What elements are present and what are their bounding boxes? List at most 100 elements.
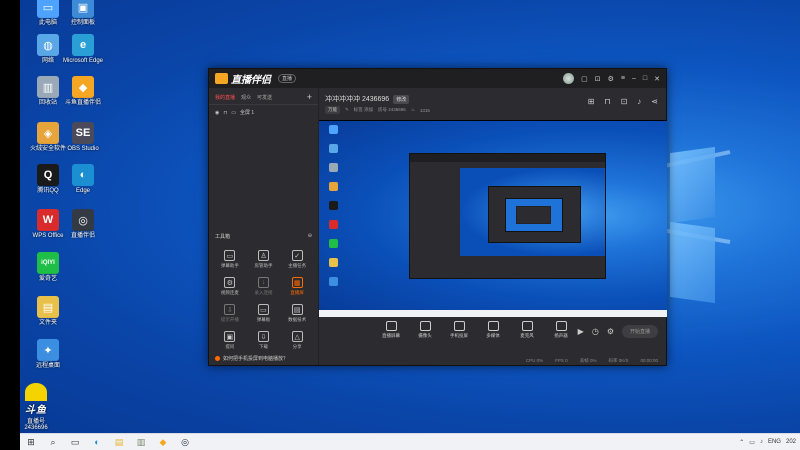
preview-icon (329, 201, 338, 210)
tab-sendable[interactable]: 可发送 (257, 94, 272, 101)
share-icon[interactable]: ⋖ (651, 97, 658, 106)
more-icon[interactable]: ⊖ (308, 233, 312, 240)
lock-icon[interactable]: ⊓ (223, 110, 227, 116)
desktop-icon[interactable]: SE OBS Studio (61, 122, 105, 153)
streamer-logo: 斗鱼 (25, 405, 47, 416)
language-indicator[interactable]: ENG (768, 439, 781, 445)
tool-label: 录入连接 (254, 290, 273, 295)
gift-icon[interactable]: ⊡ (621, 97, 628, 106)
streaming-app-taskbar-icon[interactable]: ◆ (152, 434, 174, 450)
desktop-icon[interactable]: ▣ 控制面板 (61, 0, 105, 27)
preview-icon (329, 277, 338, 286)
desktop-icon[interactable]: ◎ 直播伴侣 (61, 209, 105, 240)
app-icon: ▤ (37, 296, 59, 318)
start-icon[interactable]: ⊞ (20, 434, 42, 450)
window-controls: ▢ ⊡ ⚙ ≡ – □ ✕ (563, 73, 660, 84)
brand-name: 直播伴侣 (231, 75, 271, 86)
scene-item[interactable]: ◉ ⊓ ▭ 全屏 1 (209, 105, 318, 120)
help-notice[interactable]: 如何把手机投屏到电脑播放？ (215, 355, 288, 362)
close-icon[interactable]: ✕ (654, 75, 660, 83)
source-control[interactable]: 麦克风 (515, 321, 539, 339)
tool-item[interactable]: ⇩ 提示开播 (213, 304, 247, 323)
skin-icon[interactable]: ▢ (581, 75, 588, 83)
edit-title-button[interactable]: 修改 (393, 94, 410, 104)
message-icon[interactable]: ⊡ (595, 75, 601, 83)
desktop-icon-label: 直播伴侣 (70, 233, 95, 239)
user-avatar[interactable] (563, 73, 575, 84)
category-chip[interactable]: 万能 (325, 106, 340, 114)
maximize-icon[interactable]: □ (643, 75, 647, 82)
steam-icon[interactable]: ◎ (174, 434, 196, 450)
task-view-icon[interactable]: ▭ (64, 434, 86, 450)
lock-layout-icon[interactable]: ⊓ (604, 97, 610, 106)
tool-item[interactable]: ✓ 主播任务 (280, 250, 314, 269)
taskbar: ⊞ ⌕ ▭ ◐ ▤ ▥ ◆ ◎ ⌃ ▭ ♪ ENG 202 (20, 433, 800, 450)
tool-item[interactable]: ♙ 房管助手 (247, 250, 281, 269)
app-icon: ◐ (72, 164, 94, 186)
volume-icon[interactable]: ♪ (760, 439, 763, 445)
chevron-up-icon[interactable]: ⌃ (739, 439, 744, 446)
tool-item[interactable]: ▭ 弹幕助手 (213, 250, 247, 269)
menu-icon[interactable]: ≡ (621, 75, 625, 82)
app-icon: SE (72, 122, 94, 144)
scene-name: 全屏 1 (240, 110, 255, 116)
tab-audience[interactable]: 观众 (241, 94, 251, 101)
file-explorer-icon[interactable]: ▤ (108, 434, 130, 450)
layout-icon[interactable]: ⊞ (588, 97, 595, 106)
tool-item[interactable]: ▣ 提问 (213, 331, 247, 350)
preview-icon (329, 163, 338, 172)
streamer-id: 2436696 (24, 425, 48, 431)
bell-icon[interactable]: ♪ (637, 97, 641, 106)
nested-left-panel (410, 162, 460, 278)
scene-tabs: 我的直播 观众 可发送 + (209, 88, 318, 105)
tool-item[interactable]: ⚙ 视频连麦 (213, 277, 247, 296)
app-icon: e (72, 34, 94, 56)
settings-icon[interactable]: ⚙ (608, 75, 614, 83)
app-icon: ◍ (37, 34, 59, 56)
desktop-icon[interactable]: ◆ 斗鱼直播伴侣 (61, 76, 105, 107)
source-control[interactable]: 多媒体 (481, 321, 505, 339)
tool-item[interactable]: ↓ 录入连接 (247, 277, 281, 296)
desktop-icon-label: 文件夹 (38, 320, 57, 326)
desktop-icon[interactable]: e Microsoft Edge (61, 34, 105, 65)
network-icon[interactable]: ▭ (749, 439, 755, 446)
source-control[interactable]: 扬声器 (549, 321, 573, 339)
tool-item[interactable]: △ 分享 (280, 331, 314, 350)
go-live-button[interactable]: 开始直播 (621, 325, 658, 338)
clock[interactable]: 202 (786, 439, 796, 445)
preview-icon (329, 125, 338, 134)
desktop-icon-label: 远程桌面 (35, 363, 60, 369)
source-control[interactable]: 手机投屏 (447, 321, 471, 339)
control-bar: 直播屏幕 摄像头 手机投屏 多媒体 麦克风 扬声器 ▶ ◷ ⚙ 开始直播 CPU 0% FP… (319, 317, 666, 367)
record-icon[interactable]: ▶ (578, 327, 584, 336)
stream-preview[interactable] (319, 120, 667, 317)
toolbox-header: 工具箱 ⊖ (209, 233, 318, 240)
tool-item[interactable]: ⇩ 下载 (247, 331, 281, 350)
search-icon[interactable]: ⌕ (42, 434, 64, 450)
source-control-label: 麦克风 (520, 333, 534, 338)
brand-badge[interactable]: 直播 (278, 74, 297, 83)
desktop-icon[interactable]: ✦ 远程桌面 (26, 339, 70, 370)
timer-icon[interactable]: ◷ (592, 327, 599, 336)
minimize-icon[interactable]: – (632, 75, 636, 82)
tool-item[interactable]: ▭ 弹幕板 (247, 304, 281, 323)
windows-logo-pane (670, 146, 715, 224)
visibility-icon[interactable]: ◉ (215, 110, 219, 116)
edit-category-icon[interactable]: ✎ (345, 107, 349, 113)
source-control[interactable]: 摄像头 (413, 321, 437, 339)
desktop-icon[interactable]: ▤ 文件夹 (26, 296, 70, 327)
add-scene-button[interactable]: + (307, 92, 312, 102)
settings-icon[interactable]: ⚙ (607, 327, 614, 336)
streamer-avatar (25, 383, 47, 401)
desktop-icon-label: OBS Studio (67, 146, 99, 152)
source-control[interactable]: 直播屏幕 (379, 321, 403, 339)
desktop-icon-label: 爱奇艺 (38, 276, 57, 282)
desktop-icon[interactable]: iQIYI 爱奇艺 (26, 252, 70, 283)
desktop-icon[interactable]: ◐ Edge (61, 164, 105, 195)
tab-my-live[interactable]: 我的直播 (215, 94, 235, 101)
tool-item[interactable]: ▦ 直播屏 (280, 277, 314, 296)
edge-icon[interactable]: ◐ (86, 434, 108, 450)
main-panel: 冲冲冲冲冲 2436696 修改 万能 ✎ 标签 添加 房号 2436696 ♨… (319, 88, 667, 367)
tool-item[interactable]: ▤ 数据技术 (280, 304, 314, 323)
recycle-icon[interactable]: ▥ (130, 434, 152, 450)
